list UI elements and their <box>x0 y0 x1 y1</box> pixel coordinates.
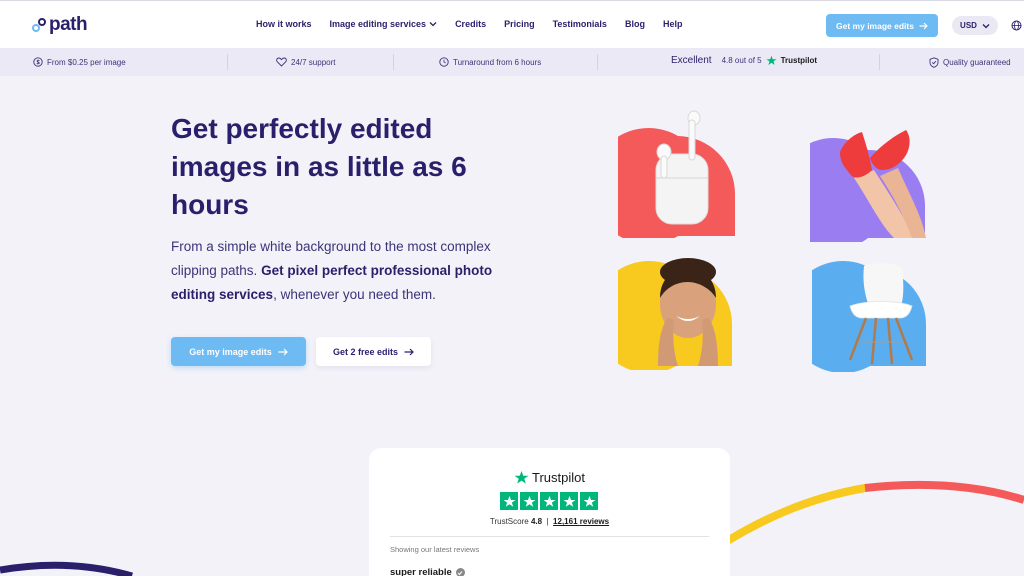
info-price-text: From $0.25 per image <box>47 57 126 67</box>
nav-pricing[interactable]: Pricing <box>504 19 535 29</box>
clock-icon <box>439 57 449 67</box>
heart-icon <box>276 57 287 67</box>
decorative-arc-right <box>725 480 1024 544</box>
currency-label: USD <box>960 21 977 30</box>
arrow-right-icon <box>278 348 288 355</box>
review-count-link[interactable]: 12,161 reviews <box>553 517 609 526</box>
currency-selector[interactable]: USD <box>952 16 998 35</box>
trustscore-separator: | <box>546 517 549 526</box>
trustscore-value: 4.8 <box>530 517 543 526</box>
info-turnaround: Turnaround from 6 hours <box>439 57 541 67</box>
star-icon <box>540 492 558 510</box>
star-icon <box>560 492 578 510</box>
divider <box>393 54 394 70</box>
site-header: path How it works Image editing services… <box>0 0 1024 48</box>
info-rating[interactable]: Excellent 4.8 out of 5 Trustpilot <box>671 55 817 66</box>
chevron-down-icon <box>429 22 437 27</box>
info-turnaround-text: Turnaround from 6 hours <box>453 57 542 67</box>
review-title-text: super reliable <box>390 567 452 576</box>
woman-portrait-image <box>618 258 732 370</box>
arrow-right-icon <box>919 22 928 29</box>
star-icon <box>500 492 518 510</box>
rating-text: 4.8 out of 5 <box>721 56 762 65</box>
hero-title: Get perfectly edited images in as little… <box>171 113 467 220</box>
main-nav: How it works Image editing services Cred… <box>256 19 682 29</box>
sneakers-image <box>810 130 926 242</box>
trustpilot-logo: Trustpilot <box>369 470 730 485</box>
hero-subtitle-tail: , whenever you need them. <box>273 287 436 302</box>
trustpilot-stars <box>500 492 598 510</box>
get-free-edits-label: Get 2 free edits <box>332 346 399 357</box>
trustpilot-star-icon <box>766 55 777 65</box>
nav-blog[interactable]: Blog <box>625 19 645 29</box>
info-support-text: 24/7 support <box>291 57 336 67</box>
star-icon <box>580 492 598 510</box>
trustpilot-wordmark: Trustpilot <box>780 56 818 65</box>
info-quality-text: Quality guaranteed <box>943 58 1011 67</box>
hero-subtitle: From a simple white background to the mo… <box>171 235 531 307</box>
nav-how-it-works[interactable]: How it works <box>256 19 312 29</box>
info-support: 24/7 support <box>276 57 335 67</box>
nav-image-editing-services[interactable]: Image editing services <box>330 19 438 29</box>
info-bar: From $0.25 per image 24/7 support Turnar… <box>0 48 1024 76</box>
logo-text: path <box>49 14 88 35</box>
trustscore-label: TrustScore <box>489 517 529 526</box>
nav-testimonials[interactable]: Testimonials <box>553 19 607 29</box>
chevron-down-icon <box>982 23 990 28</box>
rating-word: Excellent <box>671 55 712 66</box>
decorative-arc-left <box>0 561 133 576</box>
info-quality: Quality guaranteed <box>929 57 1011 68</box>
dollar-icon <box>33 57 43 67</box>
nav-help[interactable]: Help <box>663 19 683 29</box>
header-cta-button[interactable]: Get my image edits <box>826 14 938 37</box>
shield-check-icon <box>929 57 939 68</box>
trustpilot-widget[interactable]: Trustpilot TrustScore 4.8 | 12,161 revie… <box>369 448 730 576</box>
review-title[interactable]: super reliable <box>390 567 465 576</box>
trustpilot-star-icon <box>514 470 529 484</box>
info-price: From $0.25 per image <box>33 57 126 67</box>
nav-credits[interactable]: Credits <box>455 19 486 29</box>
path-logo-icon <box>32 18 46 32</box>
earbuds-image <box>618 110 735 238</box>
get-free-edits-button[interactable]: Get 2 free edits <box>316 337 431 366</box>
divider <box>597 54 598 70</box>
review-count: 12,161 <box>553 517 578 526</box>
verified-check-icon <box>455 568 465 576</box>
review-count-word: reviews <box>579 517 610 526</box>
divider <box>390 536 709 537</box>
trustpilot-logo-text: Trustpilot <box>532 470 585 485</box>
nav-image-editing-services-label: Image editing services <box>329 19 427 29</box>
trustscore: TrustScore 4.8 | 12,161 reviews <box>369 517 730 526</box>
header-cta-label: Get my image edits <box>836 20 914 31</box>
star-icon <box>520 492 538 510</box>
logo[interactable]: path <box>32 14 88 36</box>
globe-icon[interactable] <box>1011 20 1022 31</box>
get-image-edits-button[interactable]: Get my image edits <box>171 337 306 366</box>
arrow-right-icon <box>404 348 414 355</box>
chair-image <box>812 261 926 372</box>
divider <box>227 54 228 70</box>
latest-reviews-label: Showing our latest reviews <box>390 545 480 554</box>
get-image-edits-label: Get my image edits <box>189 346 272 357</box>
divider <box>879 54 880 70</box>
